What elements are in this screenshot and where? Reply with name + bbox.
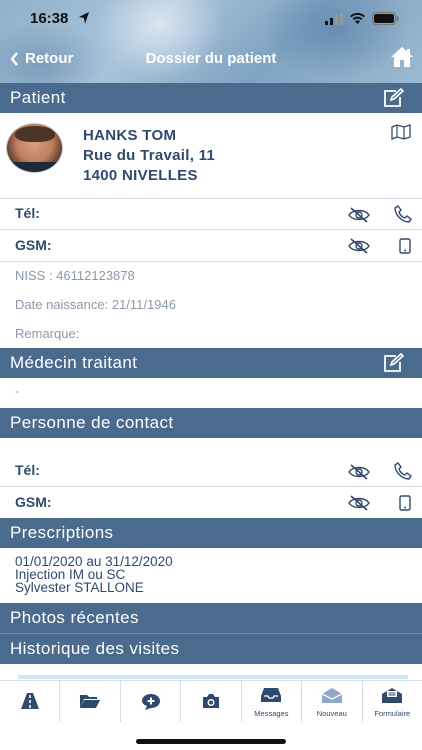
divider [0, 261, 422, 262]
cellular-signal-icon [325, 13, 343, 25]
patient-address-street: Rue du Travail, 11 [83, 147, 216, 164]
home-indicator[interactable] [136, 739, 286, 744]
tab-formulaire-label: Formulaire [374, 709, 411, 718]
back-button-label: Retour [25, 50, 74, 67]
tab-formulaire[interactable]: Formulaire [363, 681, 422, 722]
chat-add-icon [141, 694, 160, 710]
folder-open-icon [80, 695, 101, 708]
tab-nouveau[interactable]: Nouveau [302, 681, 363, 722]
phone-icon[interactable] [394, 462, 412, 480]
tab-messages-label: Messages [254, 709, 289, 718]
medecin-value: - [15, 384, 19, 398]
back-button[interactable]: Retour [10, 50, 73, 67]
tab-chat[interactable] [121, 681, 182, 722]
patient-tel-label: Tél: [15, 205, 40, 221]
eye-slash-icon[interactable] [348, 207, 370, 223]
chevron-left-icon [10, 51, 18, 66]
inbox-icon [261, 688, 282, 702]
tab-nouveau-label: Nouveau [316, 709, 347, 718]
contact-gsm-label: GSM: [15, 494, 52, 510]
envelope-open-icon [321, 688, 343, 703]
navigation-bar: Retour Dossier du patient [0, 46, 422, 74]
section-photos-title: Photos récentes [10, 608, 139, 627]
prescription-item[interactable]: 01/01/2020 au 31/12/2020 Injection IM ou… [15, 555, 173, 595]
contact-tel-label: Tél: [15, 462, 40, 478]
prescription-doctor: Sylvester STALLONE [15, 580, 144, 595]
tab-road[interactable] [0, 681, 61, 722]
tab-folder[interactable] [60, 681, 121, 722]
section-historique-title: Historique des visites [10, 639, 180, 658]
location-arrow-icon [79, 12, 89, 24]
mobile-phone-icon[interactable] [399, 495, 411, 511]
patient-remark-label: Remarque: [15, 326, 80, 341]
status-time: 16:38 [30, 10, 69, 27]
section-prescriptions-header: Prescriptions [0, 518, 422, 548]
edit-icon[interactable] [382, 88, 404, 108]
patient-address-city: 1400 NIVELLES [83, 167, 198, 184]
form-envelope-icon [382, 688, 403, 703]
patient-birth-date: Date naissance: 21/11/1946 [15, 297, 176, 312]
divider [0, 198, 422, 199]
header: 16:38 Retour Dossier du patient [0, 0, 422, 83]
patient-name: HANKS TOM [83, 127, 177, 144]
patient-avatar [6, 123, 63, 173]
status-bar: 16:38 [0, 0, 422, 38]
section-medecin-title: Médecin traitant [10, 353, 138, 372]
edit-icon[interactable] [382, 353, 404, 373]
eye-slash-icon[interactable] [348, 464, 370, 480]
phone-icon[interactable] [394, 205, 412, 223]
section-patient-title: Patient [10, 88, 66, 107]
home-icon[interactable] [390, 46, 414, 68]
section-contact-header: Personne de contact [0, 408, 422, 438]
section-contact-title: Personne de contact [10, 413, 174, 432]
section-medecin-header: Médecin traitant [0, 348, 422, 378]
road-icon [20, 693, 39, 709]
section-historique-header[interactable]: Historique des visites [0, 634, 422, 664]
section-photos-header[interactable]: Photos récentes [0, 603, 422, 633]
patient-niss: NISS : 46112123878 [15, 268, 135, 283]
patient-gsm-label: GSM: [15, 237, 52, 253]
battery-icon [372, 12, 399, 25]
scroll-content-strip [18, 675, 408, 679]
divider [0, 229, 422, 230]
avatar-hair [15, 126, 55, 142]
camera-icon [202, 694, 219, 708]
wifi-icon [350, 12, 365, 24]
map-icon[interactable] [391, 124, 411, 140]
divider [0, 486, 422, 487]
eye-slash-icon[interactable] [348, 238, 370, 254]
section-patient-header: Patient [0, 83, 422, 113]
section-prescriptions-title: Prescriptions [10, 523, 114, 542]
tab-messages[interactable]: Messages [242, 681, 303, 722]
avatar-suit [7, 162, 62, 172]
mobile-phone-icon[interactable] [399, 238, 411, 254]
tab-bar: Messages Nouveau Formulaire [0, 680, 422, 722]
eye-slash-icon[interactable] [348, 495, 370, 511]
tab-camera[interactable] [181, 681, 242, 722]
